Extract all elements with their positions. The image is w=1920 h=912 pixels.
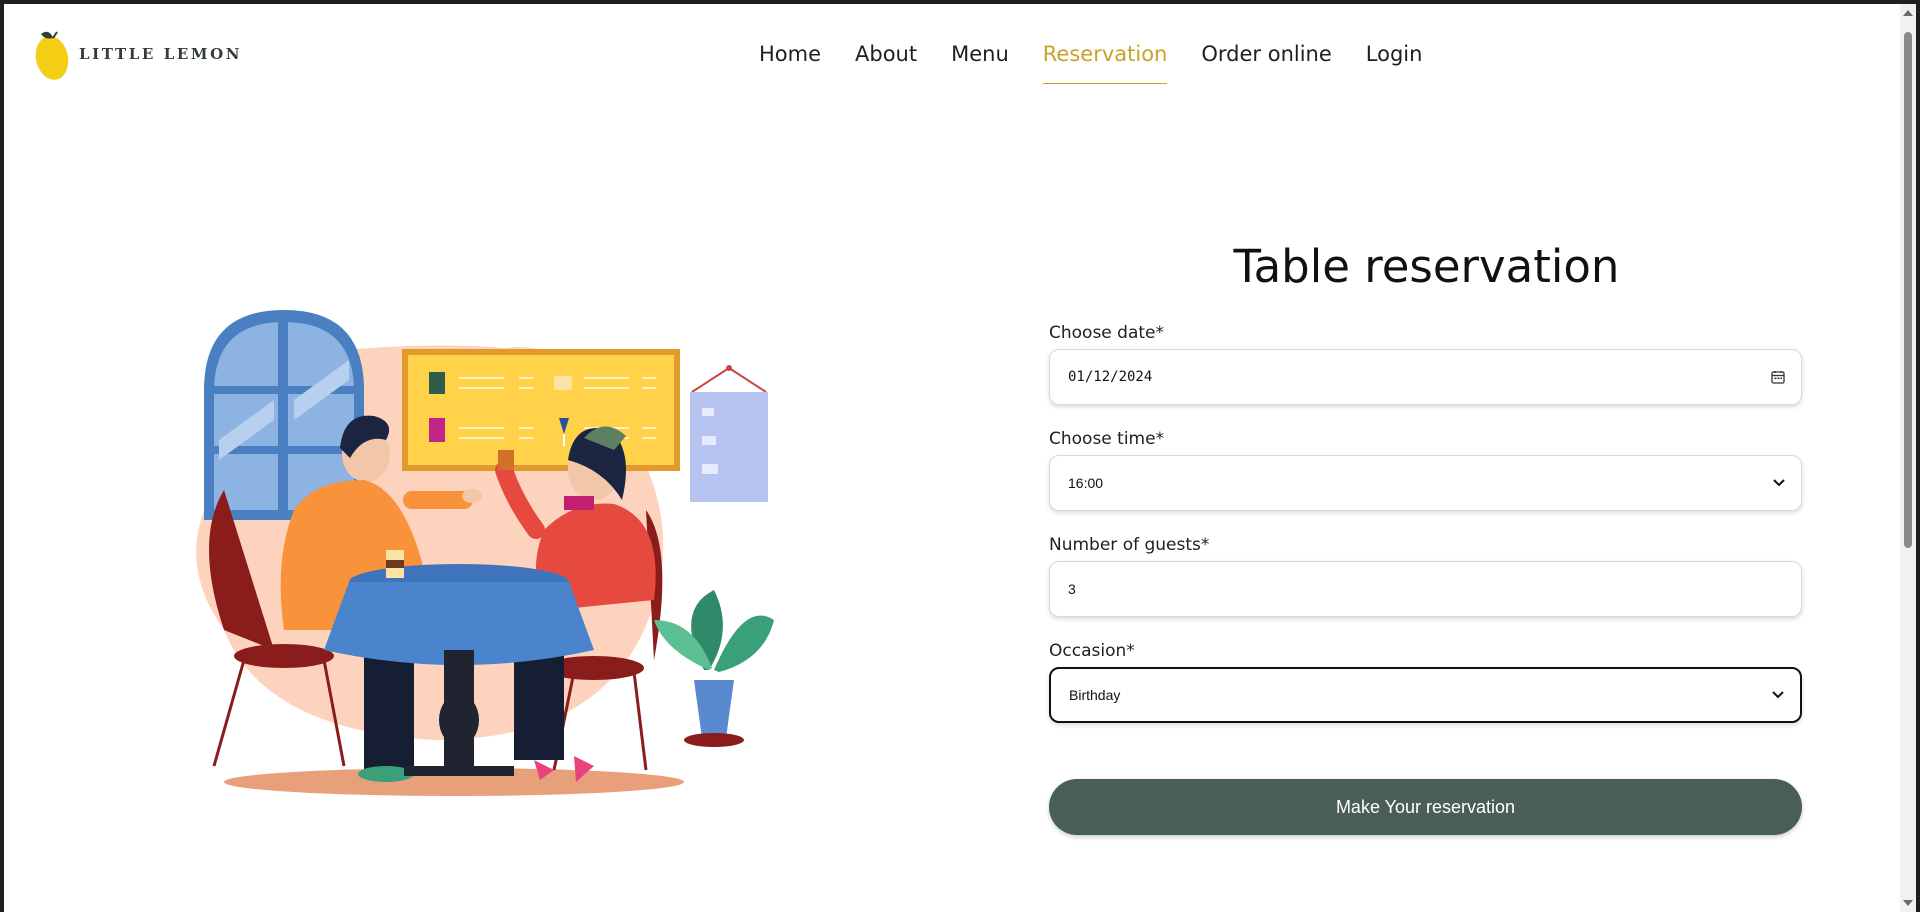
date-label: Choose date* — [1049, 323, 1164, 343]
reservation-form: Table reservation Choose date* 01/12/202… — [1049, 240, 1809, 835]
time-value: 16:00 — [1068, 475, 1104, 491]
restaurant-illustration — [196, 310, 774, 796]
page-title: Table reservation — [1233, 240, 1620, 293]
scrollbar[interactable] — [1900, 4, 1916, 912]
nav-home[interactable]: Home — [759, 42, 821, 84]
nav-login[interactable]: Login — [1366, 42, 1423, 84]
scroll-thumb[interactable] — [1904, 32, 1912, 548]
page: LITTLE LEMON Home About Menu Reservation… — [4, 4, 1916, 912]
header: LITTLE LEMON Home About Menu Reservation… — [4, 4, 1884, 104]
scroll-down-icon[interactable] — [1903, 900, 1913, 906]
nav-reservation[interactable]: Reservation — [1042, 42, 1167, 84]
occasion-value: Birthday — [1069, 687, 1121, 703]
scroll-up-icon[interactable] — [1903, 10, 1913, 16]
nav-order-online[interactable]: Order online — [1201, 42, 1331, 84]
chevron-down-icon — [1772, 691, 1784, 699]
chevron-down-icon — [1773, 479, 1785, 487]
plant-drawing — [654, 590, 774, 747]
logo-text: LITTLE LEMON — [79, 45, 243, 63]
menu-board-drawing — [402, 349, 680, 471]
calendar-icon[interactable] — [1771, 370, 1785, 384]
guests-input[interactable]: 3 — [1049, 561, 1802, 617]
lemon-logo-icon — [35, 31, 69, 80]
logo[interactable]: LITTLE LEMON — [31, 24, 242, 84]
guests-value: 3 — [1068, 581, 1076, 597]
nav-menu[interactable]: Menu — [951, 42, 1009, 84]
nav-about[interactable]: About — [855, 42, 917, 84]
occasion-select[interactable]: Birthday — [1049, 667, 1802, 723]
date-input[interactable]: 01/12/2024 — [1049, 349, 1802, 405]
occasion-label: Occasion* — [1049, 641, 1135, 661]
guests-label: Number of guests* — [1049, 535, 1210, 555]
date-value: 01/12/2024 — [1068, 369, 1153, 385]
time-select[interactable]: 16:00 — [1049, 455, 1802, 511]
time-label: Choose time* — [1049, 429, 1165, 449]
make-reservation-button[interactable]: Make Your reservation — [1049, 779, 1802, 835]
main-nav: Home About Menu Reservation Order online… — [759, 42, 1422, 84]
poster-drawing — [690, 365, 768, 502]
